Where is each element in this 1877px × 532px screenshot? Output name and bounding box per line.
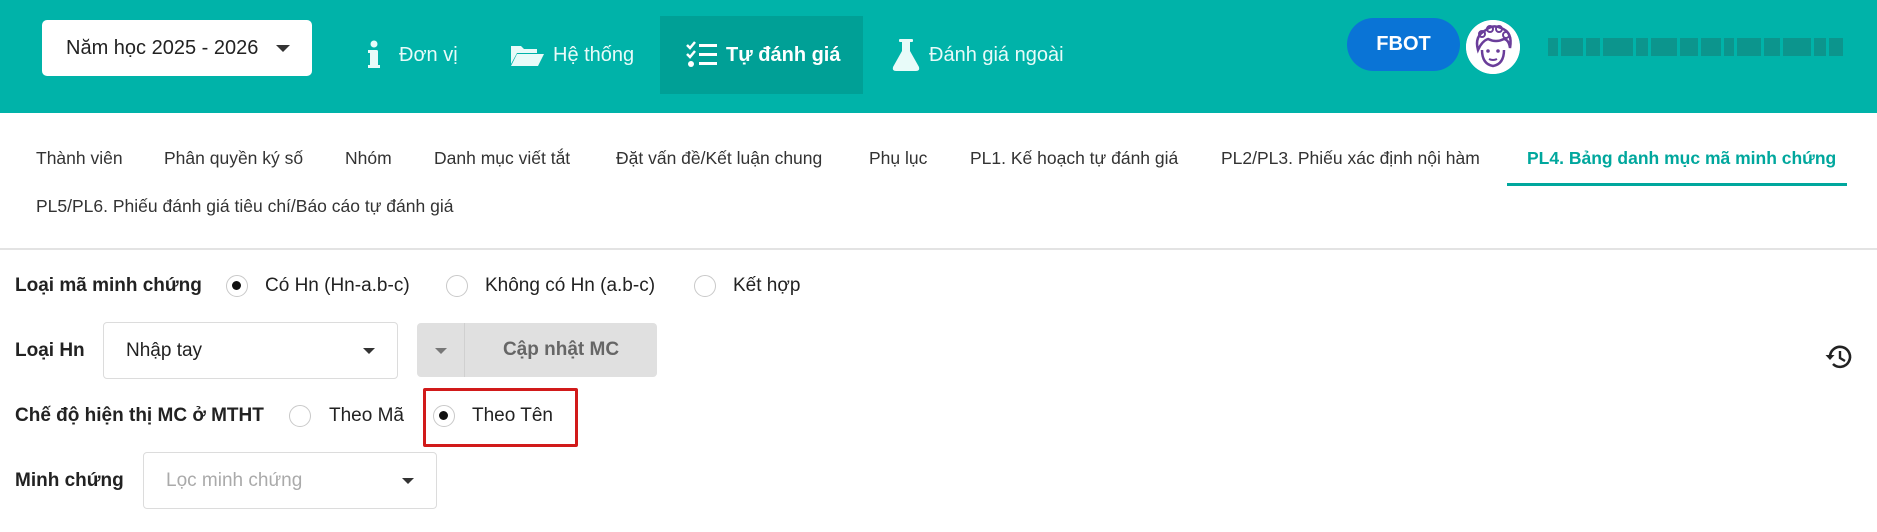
chevron-down-icon bbox=[435, 348, 447, 354]
flask-icon bbox=[891, 38, 921, 72]
chevron-down-icon bbox=[363, 347, 375, 354]
code-type-label: Loại mã minh chứng bbox=[15, 275, 202, 296]
hn-type-select[interactable]: Nhập tay bbox=[103, 322, 398, 379]
tab-pl1[interactable]: PL1. Kế hoạch tự đánh giá bbox=[970, 148, 1178, 169]
code-type-radio-ket-hop[interactable] bbox=[694, 275, 716, 297]
evidence-filter-select[interactable]: Lọc minh chứng bbox=[143, 452, 437, 509]
nav-he-thong[interactable]: Hệ thống bbox=[509, 16, 634, 94]
active-tab-indicator bbox=[1507, 183, 1847, 186]
tab-dat-van-de[interactable]: Đặt vấn đề/Kết luận chung bbox=[616, 148, 822, 169]
display-mode-label: Chế độ hiện thị MC ở MTHT bbox=[15, 405, 264, 426]
evidence-label: Minh chứng bbox=[15, 470, 124, 491]
nav-label: Đơn vị bbox=[399, 43, 458, 66]
code-type-radio-co-hn[interactable] bbox=[226, 275, 248, 297]
folder-open-icon bbox=[509, 42, 545, 68]
fbot-button[interactable]: FBOT bbox=[1347, 18, 1460, 71]
nav-label: Hệ thống bbox=[553, 43, 635, 66]
update-options-dropdown[interactable] bbox=[417, 323, 465, 377]
nav-don-vi[interactable]: Đơn vị bbox=[365, 16, 458, 94]
code-type-option-co-hn[interactable]: Có Hn (Hn-a.b-c) bbox=[265, 275, 410, 297]
chevron-down-icon bbox=[402, 477, 414, 484]
chevron-down-icon bbox=[276, 45, 290, 52]
tab-pl2-pl3[interactable]: PL2/PL3. Phiếu xác định nội hàm bbox=[1221, 148, 1480, 169]
code-type-radio-khong-co-hn[interactable] bbox=[446, 275, 468, 297]
code-type-option-ket-hop[interactable]: Kết hợp bbox=[733, 275, 800, 297]
school-year-select[interactable]: Năm học 2025 - 2026 bbox=[42, 20, 312, 76]
tab-phu-luc[interactable]: Phụ lục bbox=[869, 148, 927, 169]
tab-bar: Thành viên Phân quyền ký số Nhóm Danh mụ… bbox=[0, 113, 1877, 250]
history-icon[interactable] bbox=[1824, 342, 1854, 372]
hn-type-label: Loại Hn bbox=[15, 340, 85, 361]
tab-nhom[interactable]: Nhóm bbox=[345, 148, 392, 169]
nav-label: Tự đánh giá bbox=[726, 43, 841, 66]
display-mode-radio-theo-ma[interactable] bbox=[289, 405, 311, 427]
tab-pl5-pl6[interactable]: PL5/PL6. Phiếu đánh giá tiêu chí/Báo cáo… bbox=[36, 196, 453, 217]
display-mode-option-theo-ma[interactable]: Theo Mã bbox=[329, 405, 404, 427]
hn-type-value: Nhập tay bbox=[126, 339, 203, 361]
top-header: Năm học 2025 - 2026 Đơn vị Hệ thống Tự đ… bbox=[0, 0, 1877, 113]
avatar[interactable] bbox=[1466, 20, 1520, 74]
update-evidence-label: Cập nhật MC bbox=[502, 339, 620, 360]
username-redacted bbox=[1548, 30, 1846, 64]
update-evidence-button[interactable]: Cập nhật MC bbox=[417, 323, 657, 377]
highlight-annotation-box bbox=[423, 388, 578, 447]
nav-label: Đánh giá ngoài bbox=[929, 43, 1064, 66]
nav-tu-danh-gia[interactable]: Tự đánh giá bbox=[660, 16, 863, 94]
tab-danh-muc-viet-tat[interactable]: Danh mục viết tắt bbox=[434, 148, 570, 169]
code-type-option-khong-co-hn[interactable]: Không có Hn (a.b-c) bbox=[485, 275, 655, 297]
evidence-filter-placeholder: Lọc minh chứng bbox=[166, 469, 303, 491]
info-icon bbox=[365, 40, 383, 70]
tab-pl4[interactable]: PL4. Bảng danh mục mã minh chứng bbox=[1527, 148, 1836, 169]
school-year-value: Năm học 2025 - 2026 bbox=[66, 36, 259, 59]
tab-thanh-vien[interactable]: Thành viên bbox=[36, 148, 123, 169]
nav-danh-gia-ngoai[interactable]: Đánh giá ngoài bbox=[891, 16, 1064, 94]
checklist-icon bbox=[686, 41, 718, 69]
tab-phan-quyen-ky-so[interactable]: Phân quyền ký số bbox=[164, 148, 303, 169]
